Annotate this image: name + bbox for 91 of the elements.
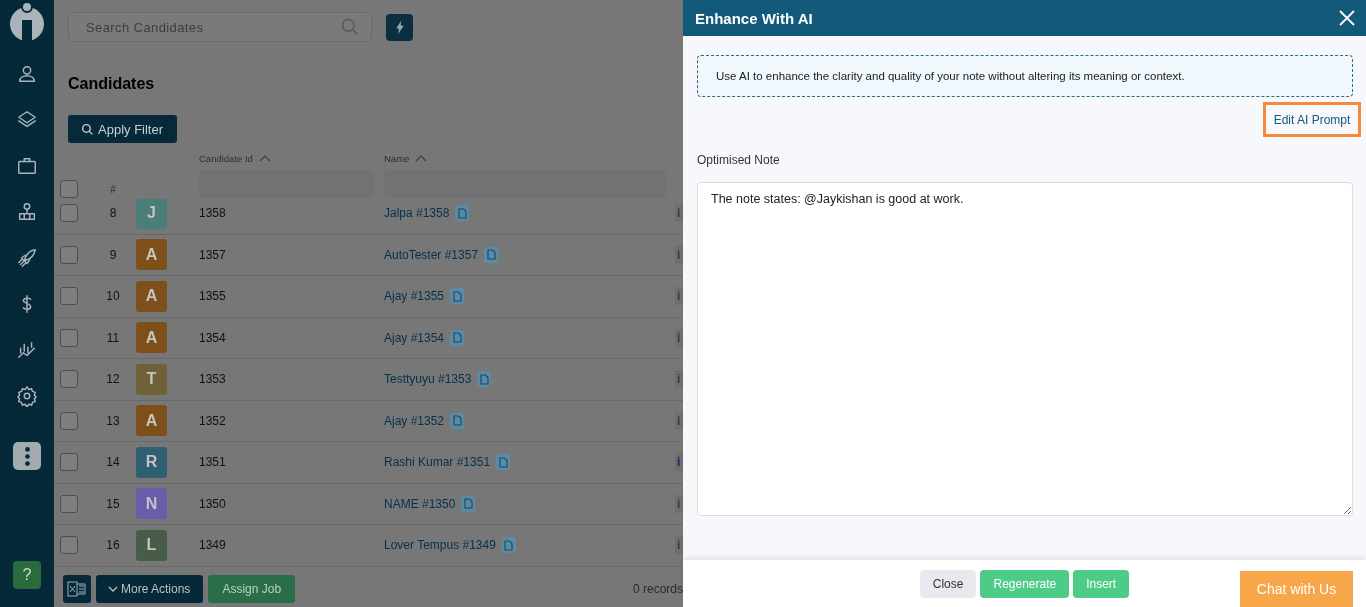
select-all-checkbox[interactable] xyxy=(60,180,78,198)
column-header[interactable]: Name xyxy=(384,153,410,164)
avatar: A xyxy=(136,280,167,312)
apply-filter-button[interactable]: Apply Filter xyxy=(68,115,178,143)
field-label: Optimised Note xyxy=(697,153,781,167)
row-checkbox[interactable] xyxy=(60,370,78,389)
document-icon[interactable] xyxy=(496,454,511,471)
row-checkbox[interactable] xyxy=(60,245,78,264)
table-cell-text: 1354 xyxy=(199,330,227,345)
info-message: Use AI to enhance the clarity and quality of your note without altering its meaning or context. xyxy=(697,55,1353,97)
row-number: 14 xyxy=(105,455,121,470)
avatar: A xyxy=(136,405,167,437)
footer-button[interactable]: Insert xyxy=(1073,570,1130,598)
flash-button[interactable] xyxy=(386,13,413,41)
avatar: J xyxy=(136,199,167,229)
candidate-link[interactable]: Lover Tempus #1349 xyxy=(384,538,496,553)
row-checkbox[interactable] xyxy=(60,536,78,555)
document-icon[interactable] xyxy=(461,495,476,512)
row-checkbox[interactable] xyxy=(60,494,78,513)
row-checkbox[interactable] xyxy=(60,328,78,347)
row-number: 15 xyxy=(105,496,121,511)
row-checkbox[interactable] xyxy=(60,287,78,306)
document-icon[interactable] xyxy=(501,537,516,554)
row-checkbox[interactable] xyxy=(60,204,78,223)
help-button[interactable]: ? xyxy=(13,561,41,589)
chart-icon xyxy=(16,339,38,361)
table-cell: i xyxy=(675,453,683,472)
excel-button[interactable] xyxy=(63,574,91,603)
assign-job-button[interactable]: Assign Job xyxy=(208,574,296,603)
row-number: 16 xyxy=(105,538,121,553)
table-cell-text: 1351 xyxy=(199,455,227,470)
candidate-link[interactable]: AutoTester #1357 xyxy=(384,247,479,262)
row-number: 10 xyxy=(105,289,121,304)
avatar: A xyxy=(136,322,167,354)
document-icon[interactable] xyxy=(484,246,499,263)
footer-button[interactable]: Regenerate xyxy=(980,570,1070,598)
spreadsheet-icon xyxy=(67,579,87,598)
document-icon[interactable] xyxy=(450,412,465,429)
search-field[interactable]: Search Candidates xyxy=(68,12,372,42)
footer-button[interactable]: Close xyxy=(919,570,977,598)
document-icon[interactable] xyxy=(450,329,465,346)
panel-title: Enhance With AI xyxy=(695,9,813,27)
settings-icon xyxy=(16,385,38,407)
search-icon xyxy=(340,17,360,37)
row-number: 9 xyxy=(108,247,118,262)
note-field[interactable]: The note states: @Jaykishan is good at work. xyxy=(697,182,1353,516)
avatar: A xyxy=(136,239,167,271)
table-cell-text: 1350 xyxy=(199,496,227,511)
candidate-link[interactable]: Ajay #1354 xyxy=(384,330,445,345)
candidate-link[interactable]: NAME #1350 xyxy=(384,496,456,511)
document-icon[interactable] xyxy=(455,205,470,222)
column-header[interactable]: Candidate Id xyxy=(199,153,253,164)
row-checkbox[interactable] xyxy=(60,411,78,430)
table-cell-text: 1357 xyxy=(199,247,227,262)
rocket-icon xyxy=(16,247,38,269)
table-cell-text: 1349 xyxy=(199,538,227,553)
document-icon[interactable] xyxy=(450,288,465,305)
lightning-icon xyxy=(394,20,405,34)
avatar: T xyxy=(136,363,167,395)
more-icon xyxy=(24,446,30,466)
candidate-link[interactable]: Testtyuyu #1353 xyxy=(384,372,472,387)
column-header: # xyxy=(109,184,117,195)
caret-icon xyxy=(108,585,118,592)
row-number: 12 xyxy=(105,372,121,387)
row-checkbox[interactable] xyxy=(60,453,78,472)
table-cell-text: 1352 xyxy=(199,413,227,428)
records-count: 0 records xyxy=(632,581,683,596)
document-icon[interactable] xyxy=(477,371,492,388)
candidate-link[interactable]: Rashi Kumar #1351 xyxy=(384,455,491,470)
table-cell-text: 1355 xyxy=(199,289,227,304)
row-number: 8 xyxy=(108,206,118,221)
candidate-link[interactable]: Ajay #1355 xyxy=(384,289,445,304)
candidate-link[interactable]: Jalpa #1358 xyxy=(384,206,450,221)
briefcase-icon xyxy=(16,155,38,177)
edit-prompt-button[interactable]: Edit AI Prompt xyxy=(1263,102,1361,137)
table-cell-text: 1358 xyxy=(199,206,227,221)
org-chart-icon xyxy=(16,201,38,223)
close-icon[interactable] xyxy=(1338,9,1356,27)
avatar: R xyxy=(136,446,167,478)
table-cell-text: 1353 xyxy=(199,372,227,387)
more-actions-button[interactable]: More Actions xyxy=(96,574,204,603)
candidate-link[interactable]: Ajay #1352 xyxy=(384,413,445,428)
person-icon xyxy=(16,63,38,85)
row-number: 11 xyxy=(105,330,121,345)
chat-button[interactable]: Chat with Us xyxy=(1240,571,1353,607)
sidebar-item[interactable] xyxy=(13,442,41,470)
avatar: L xyxy=(136,529,167,561)
avatar: N xyxy=(136,488,167,520)
row-number: 13 xyxy=(105,413,121,428)
search-icon xyxy=(81,122,94,136)
page-title: Candidates xyxy=(68,75,156,93)
